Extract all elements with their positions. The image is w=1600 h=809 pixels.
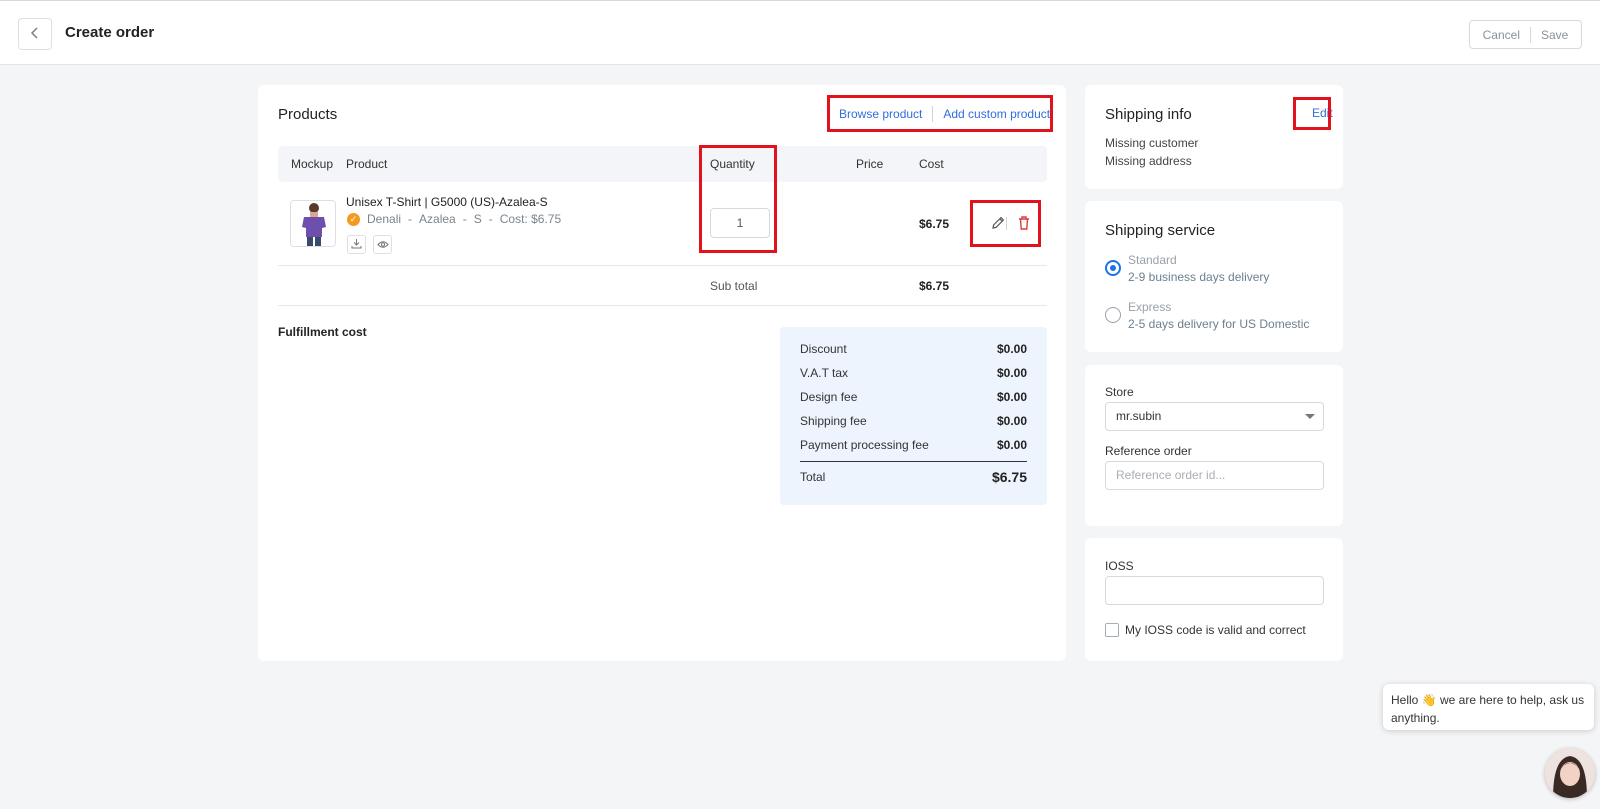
save-button[interactable]: Save <box>1541 28 1568 42</box>
ioss-card: IOSS My IOSS code is valid and correct <box>1085 538 1343 661</box>
shipping-service-title: Shipping service <box>1105 222 1216 239</box>
fulfillment-summary: Discount $0.00 V.A.T tax $0.00 Design fe… <box>780 327 1047 505</box>
column-mockup: Mockup <box>291 157 334 171</box>
summary-row: Design fee $0.00 <box>800 390 1027 404</box>
verified-check-icon: ✓ <box>347 212 360 226</box>
missing-customer-text: Missing customer <box>1105 136 1199 150</box>
product-cost: $6.75 <box>919 217 950 231</box>
option-name: Express <box>1128 300 1172 314</box>
product-meta: ✓ Denali - Azalea - S - Cost: $6.75 <box>347 212 561 226</box>
page-title: Create order <box>65 24 155 41</box>
highlight-box <box>1293 97 1331 130</box>
summary-row: Discount $0.00 <box>800 342 1027 356</box>
option-description: 2-5 days delivery for US Domestic <box>1128 317 1310 331</box>
chat-message-end: we are here to help, ask us anything. <box>1391 693 1585 725</box>
separator: - <box>408 212 413 226</box>
column-product: Product <box>346 157 388 171</box>
table-header: Mockup Product Quantity Price Cost <box>278 146 1047 182</box>
ioss-valid-checkbox[interactable] <box>1105 623 1119 637</box>
product-color: Azalea <box>419 212 456 226</box>
subtotal-value: $6.75 <box>919 279 950 293</box>
summary-row: V.A.T tax $0.00 <box>800 366 1027 380</box>
divider <box>278 305 1047 306</box>
store-value: mr.subin <box>1116 409 1162 423</box>
radio-standard[interactable] <box>1105 260 1121 276</box>
highlight-box <box>827 95 1053 132</box>
summary-label: Discount <box>800 342 847 356</box>
summary-value: $0.00 <box>996 414 1027 428</box>
wave-emoji: 👋 <box>1421 693 1437 707</box>
column-price: Price <box>856 157 884 171</box>
summary-value: $0.00 <box>996 342 1027 356</box>
summary-value: $0.00 <box>996 390 1027 404</box>
preview-button[interactable] <box>373 235 392 254</box>
download-button[interactable] <box>347 235 366 254</box>
reference-order-input[interactable]: Reference order id... <box>1105 461 1324 490</box>
chevron-down-icon <box>1305 414 1315 419</box>
reference-order-label: Reference order <box>1105 444 1192 458</box>
missing-address-text: Missing address <box>1105 154 1192 168</box>
summary-label: Design fee <box>800 390 858 404</box>
top-bar: Create order Cancel Save <box>0 0 1600 65</box>
download-icon <box>351 238 362 252</box>
header-actions: Cancel Save <box>1469 20 1582 49</box>
ioss-checkbox-label: My IOSS code is valid and correct <box>1125 623 1306 637</box>
total-value: $6.75 <box>991 469 1027 485</box>
highlight-box <box>970 200 1041 247</box>
store-card: Store mr.subin Reference order Reference… <box>1085 365 1343 526</box>
product-size: S <box>473 212 482 226</box>
chat-message-start: Hello <box>1391 693 1419 707</box>
shipping-info-title: Shipping info <box>1105 106 1192 123</box>
store-select[interactable]: mr.subin <box>1105 402 1324 431</box>
ioss-label: IOSS <box>1105 559 1134 573</box>
summary-value: $0.00 <box>996 366 1027 380</box>
products-card: Products Browse product Add custom produ… <box>258 85 1066 661</box>
shipping-service-card: Shipping service Standard 2-9 business d… <box>1085 201 1343 352</box>
radio-express[interactable] <box>1105 307 1121 323</box>
summary-value: $0.00 <box>996 438 1027 452</box>
store-label: Store <box>1105 385 1134 399</box>
chevron-left-icon <box>29 26 41 43</box>
summary-row: Payment processing fee $0.00 <box>800 438 1027 452</box>
total-label: Total <box>800 470 826 484</box>
summary-row: Shipping fee $0.00 <box>800 414 1027 428</box>
chat-avatar[interactable] <box>1545 748 1595 798</box>
quantity-input[interactable]: 1 <box>710 208 770 238</box>
fulfillment-title: Fulfillment cost <box>278 325 367 339</box>
divider <box>800 461 1027 462</box>
option-description: 2-9 business days delivery <box>1128 270 1270 284</box>
separator: - <box>488 212 493 226</box>
chat-greeting-bubble[interactable]: Hello 👋 we are here to help, ask us anyt… <box>1383 684 1594 730</box>
subtotal-label: Sub total <box>710 279 758 293</box>
summary-label: V.A.T tax <box>800 366 849 380</box>
product-name: Unisex T-Shirt | G5000 (US)-Azalea-S <box>346 195 548 209</box>
shipping-info-card: Shipping info Edit Missing customer Miss… <box>1085 85 1343 189</box>
divider <box>1530 26 1531 43</box>
cancel-button[interactable]: Cancel <box>1483 28 1520 42</box>
back-button[interactable] <box>18 18 52 50</box>
summary-total-row: Total $6.75 <box>800 469 1027 485</box>
product-mockup-image[interactable] <box>290 200 336 247</box>
products-title: Products <box>278 106 338 123</box>
separator: - <box>462 212 467 226</box>
product-unit-cost: Cost: $6.75 <box>499 212 562 226</box>
divider <box>278 265 1047 266</box>
column-cost: Cost <box>919 157 944 171</box>
product-supplier: Denali <box>367 212 402 226</box>
summary-label: Shipping fee <box>800 414 867 428</box>
eye-icon <box>376 238 389 252</box>
option-name: Standard <box>1128 253 1177 267</box>
ioss-input[interactable] <box>1105 576 1324 605</box>
summary-label: Payment processing fee <box>800 438 929 452</box>
